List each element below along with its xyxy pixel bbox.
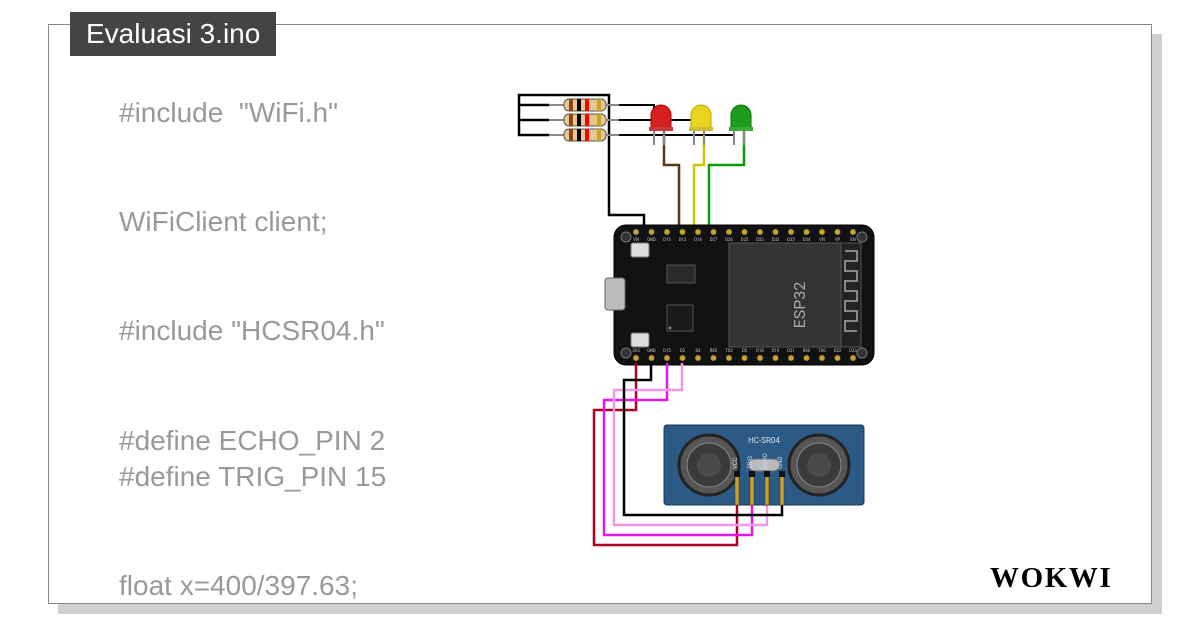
svg-text:D4: D4 bbox=[695, 349, 701, 354]
hcsr04-label: HC-SR04 bbox=[748, 436, 780, 445]
svg-text:WOKWI: WOKWI bbox=[990, 562, 1112, 594]
svg-text:D33: D33 bbox=[756, 238, 764, 243]
hcsr04-sensor: HC-SR04 VCC TRIG ECHO GND bbox=[664, 425, 864, 505]
svg-text:D34: D34 bbox=[803, 238, 811, 243]
code-preview: #include "WiFi.h" WiFiClient client; #in… bbox=[119, 95, 386, 604]
svg-text:3V3: 3V3 bbox=[632, 349, 640, 354]
svg-text:D12: D12 bbox=[679, 238, 687, 243]
svg-text:GND: GND bbox=[647, 238, 656, 243]
svg-text:D13: D13 bbox=[663, 238, 671, 243]
brand-logo: WOKWI bbox=[990, 557, 1160, 606]
svg-text:D14: D14 bbox=[694, 238, 702, 243]
esp32-chip-label: ESP32 bbox=[790, 282, 809, 329]
wire-led-red bbox=[664, 129, 679, 228]
led-yellow bbox=[689, 105, 713, 145]
svg-text:ECHO: ECHO bbox=[762, 453, 769, 469]
svg-text:D23: D23 bbox=[849, 349, 857, 354]
svg-text:D21: D21 bbox=[787, 349, 794, 354]
svg-text:D27: D27 bbox=[710, 238, 718, 243]
svg-text:D32: D32 bbox=[772, 238, 780, 243]
svg-text:D19: D19 bbox=[772, 349, 780, 354]
project-card: #include "WiFi.h" WiFiClient client; #in… bbox=[48, 24, 1152, 604]
svg-text:VP: VP bbox=[835, 238, 841, 243]
esp32-board: ESP32 VN GND D13 D12 D14 D27 D26 D25 D33 D32 D35 D3… bbox=[605, 225, 874, 365]
svg-text:D5: D5 bbox=[742, 349, 748, 354]
svg-text:TX0: TX0 bbox=[818, 349, 826, 354]
led-red bbox=[649, 105, 673, 145]
svg-text:D25: D25 bbox=[741, 238, 749, 243]
svg-text:RX0: RX0 bbox=[803, 349, 811, 354]
svg-text:TRIG: TRIG bbox=[747, 456, 754, 469]
wire-r3-led bbox=[619, 129, 734, 135]
svg-text:GND: GND bbox=[777, 457, 784, 469]
svg-text:D2: D2 bbox=[680, 349, 686, 354]
svg-text:D22: D22 bbox=[834, 349, 842, 354]
svg-text:RX2: RX2 bbox=[710, 349, 718, 354]
svg-text:VN: VN bbox=[633, 238, 639, 243]
svg-text:D26: D26 bbox=[725, 238, 733, 243]
wire-led-green bbox=[709, 129, 744, 228]
svg-text:EN: EN bbox=[850, 238, 855, 243]
svg-text:D15: D15 bbox=[663, 349, 671, 354]
svg-text:GND: GND bbox=[647, 349, 656, 354]
circuit-diagram: ESP32 VN GND D13 D12 D14 D27 D26 D25 D33 D32 D35 D3… bbox=[479, 65, 979, 595]
svg-text:VN: VN bbox=[819, 238, 825, 243]
file-tab[interactable]: Evaluasi 3.ino bbox=[70, 12, 276, 56]
wire-led-yellow bbox=[694, 129, 704, 228]
svg-text:VCC: VCC bbox=[732, 457, 739, 469]
svg-text:D35: D35 bbox=[787, 238, 795, 243]
svg-text:D18: D18 bbox=[756, 349, 764, 354]
led-green bbox=[729, 105, 753, 145]
svg-text:TX2: TX2 bbox=[725, 349, 733, 354]
wire-r1-led bbox=[619, 105, 654, 129]
